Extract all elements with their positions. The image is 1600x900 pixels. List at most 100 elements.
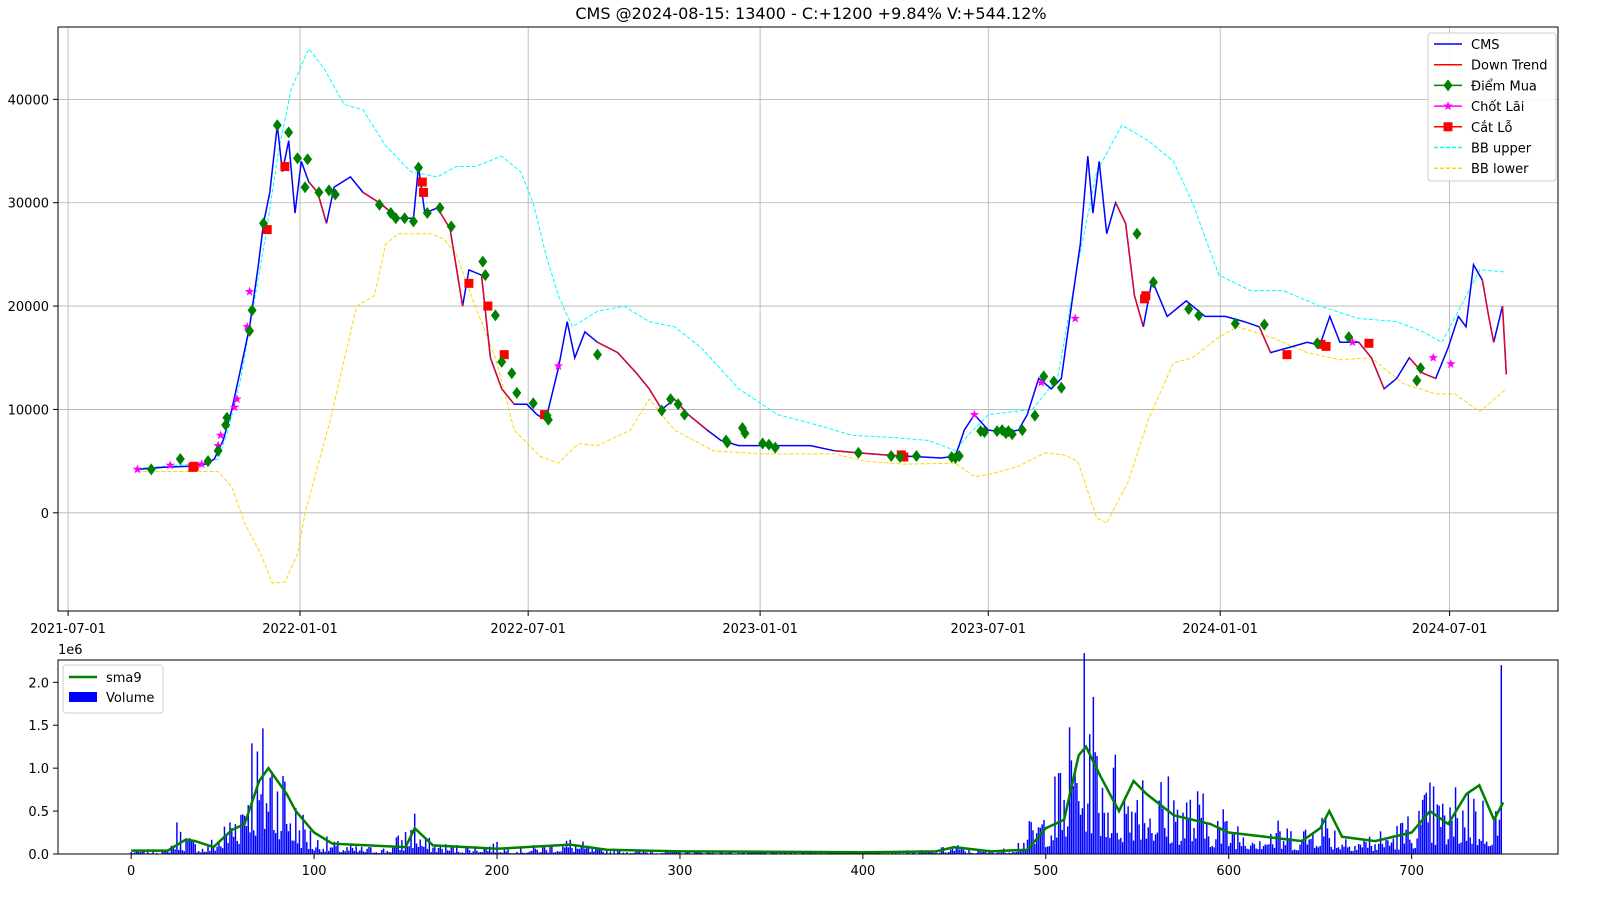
volume-bar [565, 840, 568, 854]
volume-bar [1207, 836, 1210, 854]
volume-bar [1491, 844, 1493, 854]
volume-bar [1195, 838, 1197, 854]
volume-bar [1255, 848, 1257, 854]
legend-label: BB lower [1471, 162, 1529, 177]
stop-loss-marker [464, 278, 474, 288]
volume-bar [1043, 819, 1045, 854]
volume-bar [507, 849, 509, 854]
volume-bar [1279, 831, 1281, 854]
volume-bar [291, 840, 293, 854]
volume-bar [1282, 840, 1285, 854]
volume-bar [267, 811, 270, 854]
volume-bar [1469, 837, 1471, 854]
volume-bar [1039, 827, 1042, 854]
volume-bar [1398, 849, 1400, 854]
volume-bar [317, 840, 319, 854]
volume-bar [293, 840, 295, 854]
volume-bar [1427, 822, 1429, 854]
volume-bar [468, 850, 471, 854]
volume-bar [1297, 850, 1299, 854]
volume-bar [249, 832, 251, 854]
volume-bar [1127, 806, 1129, 854]
volume-bar [417, 846, 420, 854]
volume-bar [296, 843, 299, 854]
y-tick-label: 0 [41, 507, 49, 522]
volume-bar [574, 846, 577, 854]
volume-bar [331, 847, 334, 854]
volume-bar [1462, 810, 1464, 854]
volume-bar [1401, 822, 1404, 854]
volume-bar [1323, 836, 1325, 854]
volume-bar [1359, 844, 1362, 854]
volume-bar [1260, 849, 1263, 854]
volume-bar [1286, 828, 1288, 854]
volume-bar [1434, 844, 1437, 854]
volume-bar [1132, 840, 1135, 854]
volume-bar [1416, 838, 1418, 854]
volume-bar [366, 848, 368, 854]
volume-bar [419, 839, 421, 854]
volume-bar [1308, 839, 1310, 854]
volume-bar [1085, 831, 1087, 854]
volume-bar [1046, 846, 1049, 854]
volume-bar [1103, 812, 1106, 854]
volume-bar [1299, 844, 1301, 854]
volume-bar [1473, 798, 1475, 854]
volume-bar [1240, 846, 1243, 854]
volume-bar [174, 849, 176, 854]
volume-bar [1257, 849, 1259, 854]
volume-bar [309, 830, 312, 854]
volume-bar [1112, 767, 1115, 854]
volume-bar [582, 841, 584, 854]
volume-bar [1090, 833, 1093, 854]
volume-bar [1134, 812, 1137, 854]
volume-bar [1165, 836, 1168, 854]
volume-bar [1251, 842, 1254, 854]
volume-bar [1354, 845, 1356, 854]
stop-loss-marker [1364, 338, 1374, 348]
volume-bar [1471, 843, 1473, 854]
volume-bar [1306, 844, 1309, 854]
y-tick-label: 1.5 [28, 719, 49, 734]
volume-bar [1218, 826, 1221, 854]
volume-bar [1178, 844, 1181, 854]
volume-bar [306, 841, 308, 854]
volume-bar [300, 848, 303, 854]
volume-bar [1226, 821, 1228, 854]
volume-bar [1463, 827, 1466, 854]
volume-bar [452, 847, 454, 854]
volume-bar [304, 829, 306, 854]
volume-bar [1478, 839, 1481, 854]
volume-bar [359, 850, 361, 854]
volume-bar [1213, 847, 1215, 854]
volume-bar [1233, 833, 1235, 854]
volume-bar [1074, 767, 1076, 854]
volume-bar [1476, 845, 1479, 854]
volume-bar [1098, 812, 1100, 854]
volume-bar [381, 850, 383, 854]
volume-bar [1376, 849, 1378, 854]
volume-bar [280, 830, 282, 854]
volume-bar [1107, 812, 1109, 854]
volume-bar [1467, 793, 1470, 854]
volume-bar [1030, 822, 1032, 854]
legend-marker [1443, 122, 1453, 132]
volume-bar [534, 848, 537, 854]
volume-bar [276, 791, 279, 854]
legend-label: CMS [1471, 38, 1500, 53]
volume-bar [1484, 843, 1486, 854]
volume-bar [1451, 820, 1453, 854]
stop-loss-marker [417, 177, 427, 187]
volume-bar [1429, 782, 1431, 854]
volume-bar [1147, 827, 1149, 854]
volume-bar [955, 848, 957, 854]
volume-bar [1196, 791, 1199, 854]
volume-bar [1063, 799, 1065, 854]
volume-bar [1337, 847, 1340, 854]
volume-bar [1345, 839, 1347, 854]
volume-bar [962, 849, 965, 854]
volume-bar [1138, 824, 1140, 854]
volume-bar [346, 847, 348, 854]
volume-bar [1414, 847, 1417, 854]
volume-bar [423, 846, 425, 854]
